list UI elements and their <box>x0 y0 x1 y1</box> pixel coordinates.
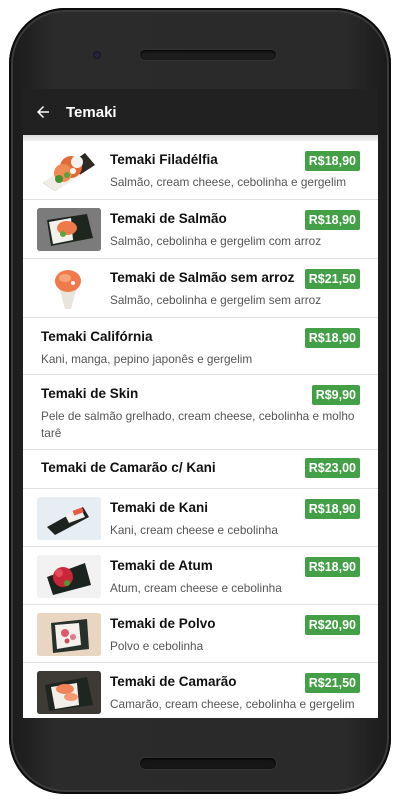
price-badge: R$18,90 <box>304 557 360 577</box>
item-description: Polvo e cebolinha <box>110 639 204 653</box>
list-item[interactable]: Temaki de Salmão R$18,90 Salmão, cebolin… <box>23 200 378 259</box>
item-name: Temaki de Polvo <box>110 616 216 631</box>
price-badge: R$23,00 <box>304 458 360 478</box>
earpiece-speaker <box>140 50 276 60</box>
list-item[interactable]: Temaki Califórnia R$18,90 Kani, manga, p… <box>23 318 378 375</box>
front-camera <box>93 51 101 59</box>
list-item[interactable]: Temaki de Skin R$9,90 Pele de salmão gre… <box>23 375 378 450</box>
temaki-polvo-photo <box>37 613 101 656</box>
item-name: Temaki de Camarão <box>110 674 237 689</box>
price-badge: R$18,90 <box>304 328 360 348</box>
item-description: Salmão, cream cheese, cebolinha e gergel… <box>110 175 347 189</box>
price-badge: R$21,50 <box>304 673 360 693</box>
temaki-salmao-photo <box>37 208 101 251</box>
app-bar: Temaki <box>23 89 378 135</box>
item-name: Temaki Filadélfia <box>110 152 218 167</box>
list-item[interactable]: Temaki de Salmão sem arroz R$21,50 Salmã… <box>23 259 378 318</box>
arrow-back-icon <box>37 106 49 118</box>
temaki-salmao-sem-arroz-photo <box>37 267 101 310</box>
item-name: Temaki de Salmão sem arroz <box>110 270 295 285</box>
price-badge: R$18,90 <box>304 210 360 230</box>
item-description: Camarão, cream cheese, cebolinha e gerge… <box>110 697 355 711</box>
temaki-atum-photo <box>37 555 101 598</box>
item-name: Temaki de Kani <box>110 500 209 515</box>
item-description: Kani, cream cheese e cebolinha <box>110 523 278 537</box>
list-item[interactable]: Temaki de Camarão c/ Kani R$23,00 <box>23 450 378 489</box>
menu-list[interactable]: Temaki Filadélfia R$18,90 Salmão, cream … <box>23 141 378 718</box>
page-title: Temaki <box>66 103 117 121</box>
item-description: Pele de salmão grelhado, cream cheese, c… <box>41 409 355 440</box>
temaki-filadelfia-photo <box>37 149 101 192</box>
list-item[interactable]: Temaki de Polvo R$20,90 Polvo e cebolinh… <box>23 605 378 663</box>
item-description: Atum, cream cheese e cebolinha <box>110 581 282 595</box>
list-item[interactable]: Temaki Filadélfia R$18,90 Salmão, cream … <box>23 141 378 200</box>
list-item[interactable]: Temaki de Atum R$18,90 Atum, cream chees… <box>23 547 378 605</box>
item-name: Temaki de Camarão c/ Kani <box>41 460 216 475</box>
item-name: Temaki de Salmão <box>110 211 227 226</box>
item-description: Salmão, cebolinha e gergelim com arroz <box>110 234 322 248</box>
app-screen: Temaki Temaki Filadélfia R$18,90 Salmão,… <box>23 89 378 718</box>
bottom-speaker <box>140 758 276 769</box>
list-item[interactable]: Temaki de Camarão R$21,50 Camarão, cream… <box>23 663 378 718</box>
price-badge: R$20,90 <box>304 615 360 635</box>
item-description: Salmão, cebolinha e gergelim sem arroz <box>110 293 322 307</box>
temaki-camarao-photo <box>37 671 101 714</box>
price-badge: R$18,90 <box>304 499 360 519</box>
price-badge: R$9,90 <box>311 385 360 405</box>
price-badge: R$18,90 <box>304 151 360 171</box>
item-name: Temaki de Skin <box>41 386 139 401</box>
temaki-kani-photo <box>37 497 101 540</box>
back-button[interactable] <box>32 101 54 123</box>
item-name: Temaki de Atum <box>110 558 213 573</box>
list-item[interactable]: Temaki de Kani R$18,90 Kani, cream chees… <box>23 489 378 547</box>
price-badge: R$21,50 <box>304 269 360 289</box>
item-description: Kani, manga, pepino japonês e gergelim <box>41 352 253 366</box>
item-name: Temaki Califórnia <box>41 329 153 344</box>
